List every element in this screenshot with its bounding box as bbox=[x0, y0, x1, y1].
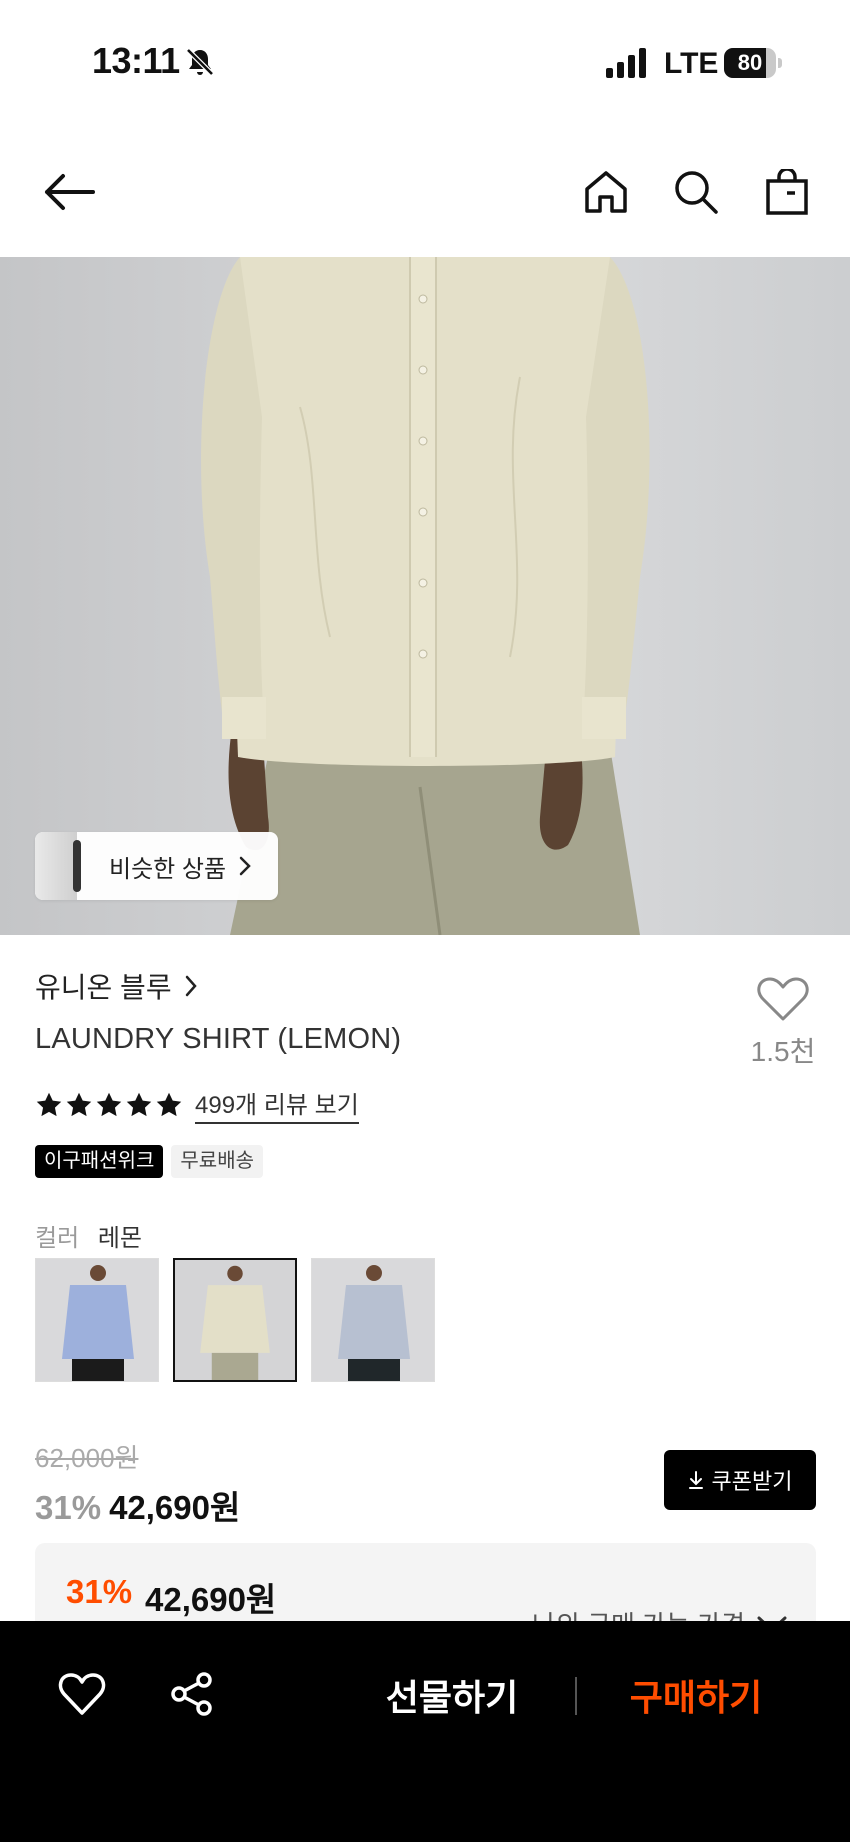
shopping-bag-icon bbox=[766, 169, 808, 215]
color-value: 레몬 bbox=[97, 1225, 143, 1252]
status-time: 13:11 bbox=[92, 40, 180, 81]
heart-outline-icon bbox=[757, 977, 809, 1021]
star-icon bbox=[66, 1092, 92, 1116]
network-type: LTE bbox=[664, 47, 719, 80]
product-image[interactable]: 비슷한 상품 bbox=[0, 257, 850, 935]
similar-products-label: 비슷한 상품 bbox=[109, 855, 227, 883]
bottom-wishlist-button[interactable] bbox=[58, 1671, 106, 1717]
share-icon bbox=[171, 1672, 212, 1716]
search-button[interactable] bbox=[666, 155, 726, 229]
color-options bbox=[35, 1258, 435, 1382]
battery-percent: 80 bbox=[737, 50, 763, 75]
chevron-right-icon bbox=[185, 975, 197, 997]
original-price: 62,000원 bbox=[35, 1443, 139, 1473]
product-title: LAUNDRY SHIRT (LEMON) bbox=[35, 1023, 402, 1055]
free-shipping-tag: 무료배송 bbox=[171, 1145, 264, 1178]
search-icon bbox=[675, 171, 718, 214]
brand-name: 유니온 블루 bbox=[35, 972, 172, 1003]
color-option-light-blue[interactable] bbox=[311, 1258, 435, 1382]
back-arrow-icon bbox=[45, 174, 95, 210]
bell-muted-icon bbox=[186, 48, 214, 76]
star-icon bbox=[96, 1092, 122, 1116]
review-link[interactable]: 499개 리뷰 보기 bbox=[195, 1085, 359, 1124]
star-icon bbox=[126, 1092, 152, 1116]
my-price: 42,690원 bbox=[145, 1581, 277, 1618]
shirt-thumbnail bbox=[36, 1259, 158, 1381]
color-label: 컬러 bbox=[35, 1225, 80, 1252]
event-tag: 이구패션위크 bbox=[35, 1145, 164, 1178]
star-icon bbox=[156, 1092, 182, 1116]
status-bar: 13:11 LTE 80 bbox=[0, 0, 850, 125]
sale-price: 42,690원 bbox=[109, 1489, 241, 1526]
similar-product-thumbnail bbox=[35, 832, 81, 900]
my-discount-rate: 31% bbox=[66, 1573, 133, 1610]
wishlist-count: 1.5천 bbox=[750, 1036, 816, 1067]
similar-products-button[interactable]: 비슷한 상품 bbox=[35, 832, 278, 900]
home-icon bbox=[585, 171, 627, 213]
wishlist-button[interactable]: 1.5천 bbox=[750, 975, 816, 1070]
color-selector-label: 컬러 레몬 bbox=[35, 1218, 142, 1253]
shirt-thumbnail bbox=[175, 1260, 295, 1380]
coupon-download-button[interactable]: 쿠폰받기 bbox=[664, 1450, 816, 1510]
discount-rate: 31% bbox=[35, 1489, 102, 1526]
shirt-thumbnail bbox=[312, 1259, 434, 1381]
cellular-signal-icon bbox=[606, 48, 646, 78]
bottom-action-bar: 선물하기 구매하기 bbox=[0, 1621, 850, 1842]
brand-link[interactable]: 유니온 블루 bbox=[35, 966, 198, 1006]
download-icon bbox=[688, 1471, 703, 1489]
rating-row: 499개 리뷰 보기 bbox=[35, 1085, 359, 1124]
divider bbox=[575, 1677, 577, 1715]
color-option-blue[interactable] bbox=[35, 1258, 159, 1382]
top-navigation bbox=[0, 155, 850, 255]
color-option-lemon[interactable] bbox=[173, 1258, 297, 1382]
chevron-right-icon bbox=[239, 856, 251, 876]
tag-list: 이구패션위크 무료배송 bbox=[35, 1145, 264, 1178]
buy-button[interactable]: 구매하기 bbox=[614, 1669, 778, 1721]
coupon-label: 쿠폰받기 bbox=[711, 1469, 793, 1494]
gift-button[interactable]: 선물하기 bbox=[372, 1669, 532, 1721]
star-icon bbox=[36, 1092, 62, 1116]
price-block: 62,000원 31% 42,690원 bbox=[35, 1438, 240, 1529]
share-button[interactable] bbox=[170, 1671, 214, 1717]
heart-outline-icon bbox=[58, 1673, 106, 1715]
back-button[interactable] bbox=[38, 155, 98, 229]
battery-icon: 80 bbox=[724, 48, 782, 78]
cart-button[interactable] bbox=[757, 155, 817, 229]
home-button[interactable] bbox=[576, 155, 636, 229]
rating-stars bbox=[35, 1091, 183, 1119]
